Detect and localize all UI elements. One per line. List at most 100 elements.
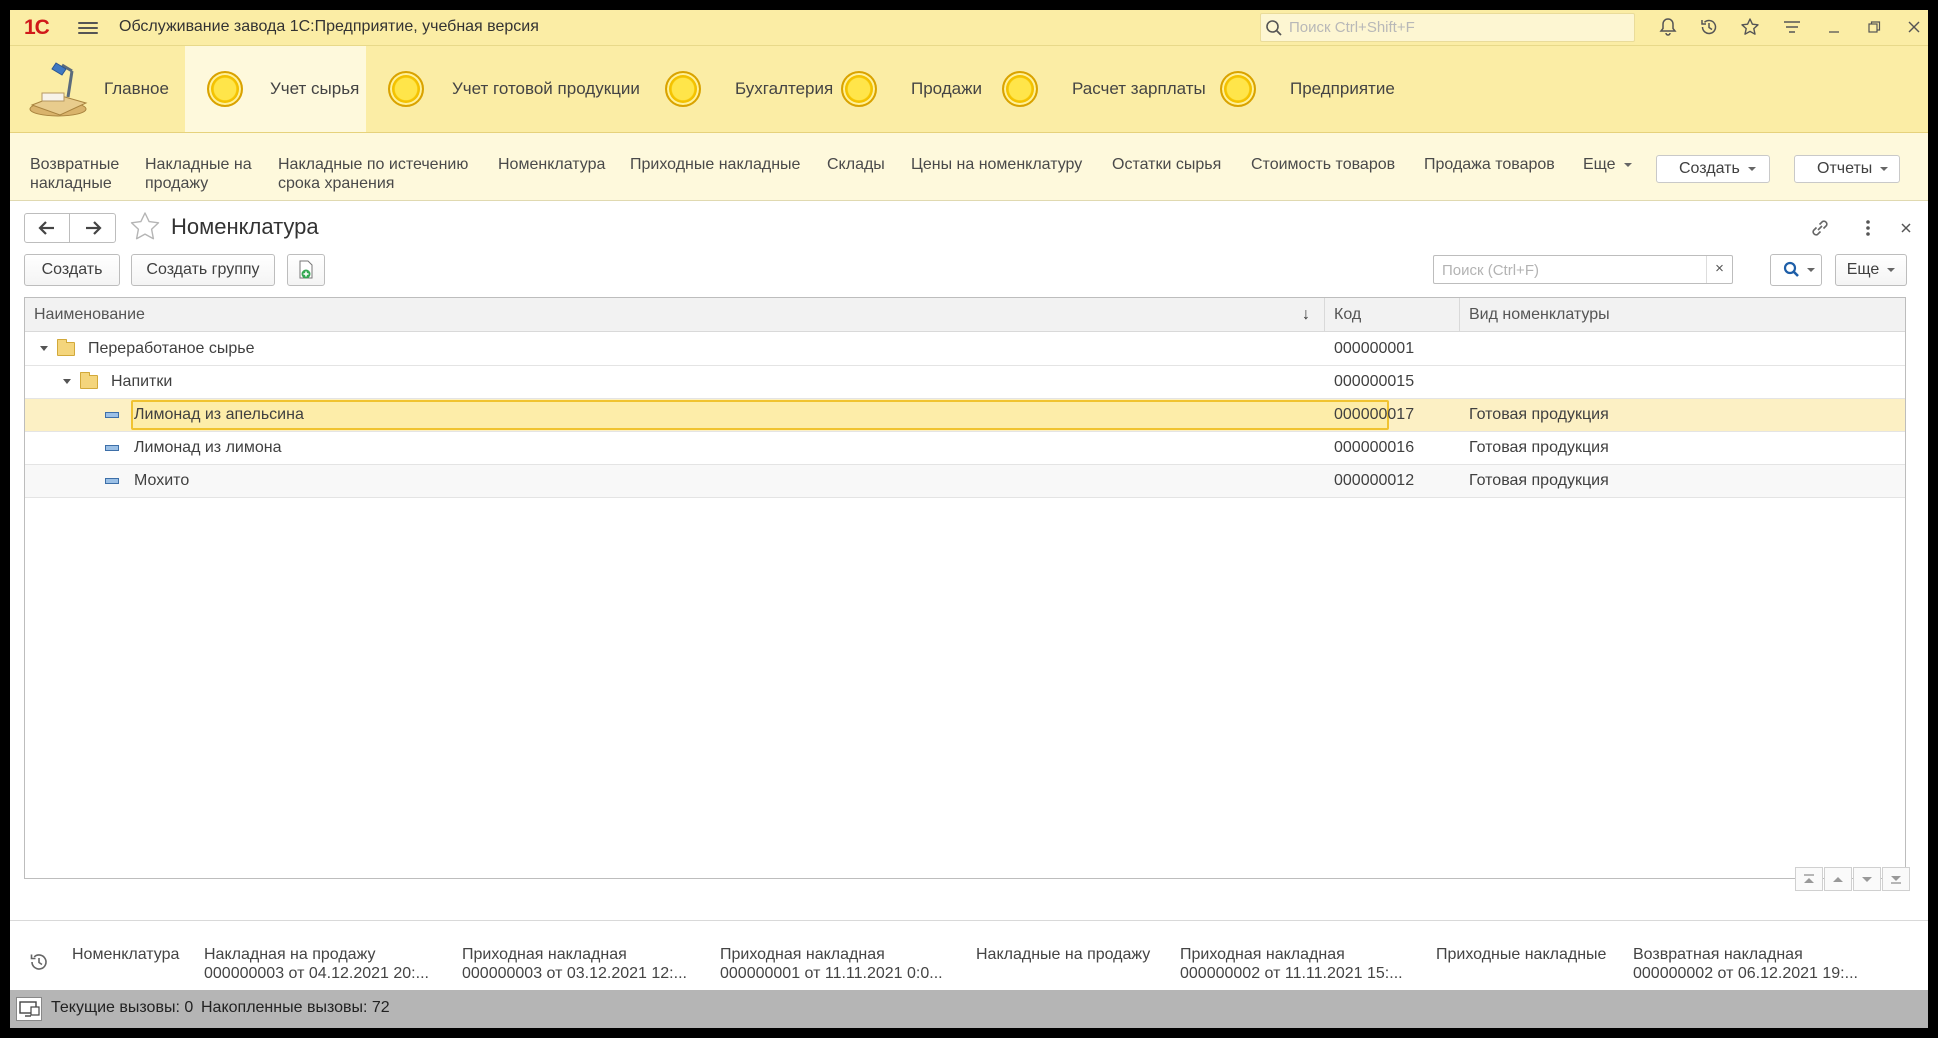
history-item[interactable]: Приходная накладная 000000002 от 11.11.20… [1180, 945, 1403, 983]
close-window-button[interactable] [1900, 14, 1928, 42]
history-panel: Номенклатура Накладная на продажу 0000000… [10, 920, 1928, 1000]
tree-expand-icon[interactable] [40, 346, 48, 351]
settings-list-button[interactable] [1778, 14, 1806, 42]
coin-icon [207, 71, 243, 107]
minimize-button[interactable] [1820, 14, 1848, 42]
section-label: Учет сырья [270, 79, 360, 98]
clear-search-button[interactable]: × [1706, 256, 1732, 283]
more-vertical-icon [1866, 220, 1870, 236]
form-more-button[interactable] [1855, 215, 1881, 241]
cmd-raw-stock[interactable]: Остатки сырья [1112, 155, 1221, 174]
cmd-goods-sales[interactable]: Продажа товаров [1424, 155, 1555, 174]
copy-add-button[interactable] [287, 254, 325, 286]
back-button[interactable] [25, 214, 71, 242]
cmd-goods-cost[interactable]: Стоимость товаров [1251, 155, 1395, 174]
history-icon [1701, 19, 1717, 35]
coin-icon [388, 71, 424, 107]
cell-name: Напитки [111, 373, 173, 390]
app-window: 1С Обслуживание завода 1С:Предприятие, у… [10, 10, 1928, 1028]
list-search[interactable]: × [1433, 255, 1733, 284]
global-search-input[interactable] [1287, 17, 1627, 38]
history-item[interactable]: Возвратная накладная 000000002 от 06.12.2… [1633, 945, 1858, 983]
scroll-up-button[interactable] [1824, 867, 1852, 891]
form-title: Номенклатура [171, 214, 319, 239]
cmd-warehouses[interactable]: Склады [827, 155, 885, 174]
column-header-code[interactable]: Код [1325, 298, 1460, 332]
table-row-selected[interactable]: Лимонад из апельсина 000000017 Готовая п… [25, 399, 1905, 432]
app-title: Обслуживание завода 1С:Предприятие, учеб… [119, 18, 539, 35]
cell-code: 000000012 [1334, 472, 1415, 489]
create-group-button[interactable]: Создать группу [131, 254, 275, 286]
create-button[interactable]: Создать [24, 254, 120, 286]
form-close-button[interactable] [1893, 215, 1919, 241]
history-item[interactable]: Номенклатура [72, 945, 179, 964]
add-document-icon [299, 260, 313, 279]
favorites-button[interactable] [1736, 14, 1764, 42]
cell-name: Лимонад из апельсина [134, 406, 304, 423]
cmd-reports-button[interactable]: Отчеты [1794, 155, 1900, 183]
section-finished-goods[interactable]: Учет готовой продукции [388, 46, 640, 132]
history-item[interactable]: Накладная на продажу 000000003 от 04.12.2… [204, 945, 429, 983]
notifications-button[interactable] [1654, 14, 1682, 42]
table-row[interactable]: Лимонад из лимона 000000016 Готовая прод… [25, 432, 1905, 465]
section-sales[interactable]: Продажи [841, 46, 982, 132]
scroll-down-icon [1862, 877, 1872, 882]
section-raw-materials[interactable]: Учет сырья [185, 46, 366, 132]
history-item[interactable]: Приходные накладные [1436, 945, 1606, 964]
main-menu-icon[interactable] [78, 19, 98, 35]
star-icon [130, 212, 160, 240]
form-more-menu-button[interactable]: Еще [1835, 254, 1907, 286]
search-icon [1266, 20, 1282, 36]
cmd-expired-invoices[interactable]: Накладные по истечению срока хранения [278, 155, 468, 193]
cmd-return-invoices[interactable]: Возвратные накладные [30, 155, 119, 193]
cell-code: 000000016 [1334, 439, 1415, 456]
cell-name: Лимонад из лимона [134, 439, 282, 456]
coin-icon [1002, 71, 1038, 107]
section-enterprise[interactable]: Предприятие [1220, 46, 1395, 132]
table-row[interactable]: Переработаное сырье 000000001 [25, 333, 1905, 366]
cmd-more[interactable]: Еще [1583, 155, 1632, 174]
arrow-left-icon [38, 221, 54, 235]
settings-list-icon [1784, 21, 1800, 33]
sections-panel: Главное Учет сырья Учет готовой продукци… [10, 46, 1928, 133]
favorite-star-button[interactable] [128, 210, 162, 244]
history-item[interactable]: Приходная накладная 000000003 от 03.12.20… [462, 945, 687, 983]
coin-icon [841, 71, 877, 107]
column-header-name[interactable]: Наименование ↓ [25, 298, 1325, 332]
section-label: Расчет зарплаты [1072, 79, 1206, 98]
section-label: Продажи [911, 79, 982, 98]
section-accounting[interactable]: Бухгалтерия [665, 46, 833, 132]
scroll-top-button[interactable] [1795, 867, 1823, 891]
home-icon [28, 59, 88, 119]
tree-expand-icon[interactable] [63, 379, 71, 384]
history-button[interactable] [1695, 14, 1723, 42]
history-item[interactable]: Приходная накладная 000000001 от 11.11.20… [720, 945, 943, 983]
status-bar: Текущие вызовы: 0 Накопленные вызовы: 72 [10, 990, 1928, 1028]
history-icon[interactable] [28, 951, 50, 978]
table-row[interactable]: Мохито 000000012 Готовая продукция [25, 465, 1905, 498]
cmd-sale-invoices[interactable]: Накладные на продажу [145, 155, 252, 193]
chevron-down-icon [1887, 267, 1896, 272]
search-button[interactable] [1770, 254, 1822, 286]
section-label: Бухгалтерия [735, 79, 834, 98]
section-label: Главное [104, 79, 169, 98]
restore-button[interactable] [1860, 14, 1888, 42]
forward-button[interactable] [70, 214, 115, 242]
column-header-kind[interactable]: Вид номенклатуры [1460, 298, 1905, 332]
history-item[interactable]: Накладные на продажу [976, 945, 1150, 964]
section-label: Предприятие [1290, 79, 1395, 98]
cmd-nomenclature[interactable]: Номенклатура [498, 155, 605, 174]
scroll-down-button[interactable] [1853, 867, 1881, 891]
table-row[interactable]: Напитки 000000015 [25, 366, 1905, 399]
section-main[interactable]: Главное [10, 46, 180, 132]
list-search-input[interactable] [1440, 260, 1700, 280]
cmd-receipt-invoices[interactable]: Приходные накладные [630, 155, 800, 174]
section-payroll[interactable]: Расчет зарплаты [1002, 46, 1206, 132]
monitor-icon[interactable] [16, 997, 42, 1021]
scroll-bottom-button[interactable] [1882, 867, 1910, 891]
cmd-create-button[interactable]: Создать [1656, 155, 1770, 183]
global-search[interactable] [1260, 13, 1635, 42]
title-bar: 1С Обслуживание завода 1С:Предприятие, у… [10, 10, 1928, 46]
cmd-prices[interactable]: Цены на номенклатуру [911, 155, 1082, 174]
link-button[interactable] [1807, 215, 1833, 241]
